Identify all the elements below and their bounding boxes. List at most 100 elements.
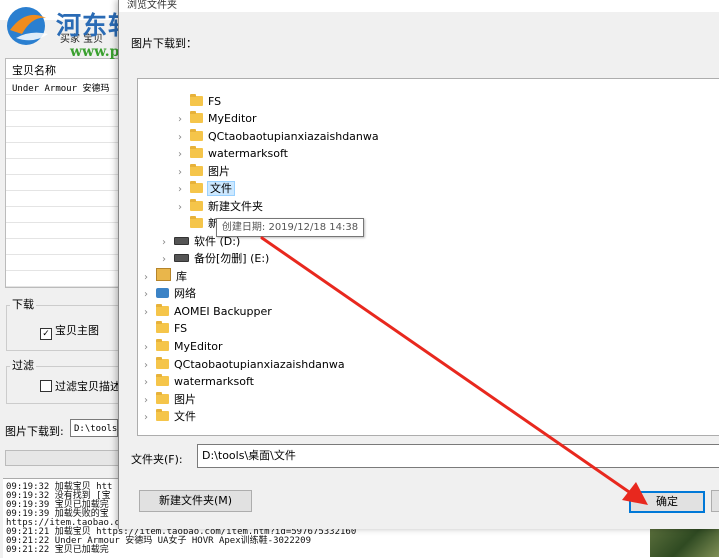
folder-icon xyxy=(190,199,203,211)
column-header-item-name: 宝贝名称 xyxy=(12,64,56,77)
folder-path-input[interactable]: D:\tools\桌面\文件 xyxy=(197,444,719,468)
folder-icon xyxy=(190,129,203,141)
tree-node[interactable]: FS xyxy=(174,93,221,110)
drive-icon xyxy=(174,254,189,262)
tree-node-label: 文件 xyxy=(174,410,196,423)
chevron-right-icon[interactable]: › xyxy=(140,374,152,391)
chevron-right-icon[interactable]: › xyxy=(174,146,186,163)
tree-node[interactable]: › 新建文件夹 xyxy=(174,198,263,215)
download-group-label: 下载 xyxy=(10,296,36,312)
drive-icon xyxy=(174,237,189,245)
chevron-right-icon[interactable]: › xyxy=(140,304,152,321)
tree-node[interactable]: › 文件 xyxy=(140,408,196,425)
chevron-right-icon[interactable]: › xyxy=(140,357,152,374)
list-row[interactable] xyxy=(6,175,120,191)
tree-node-label: 库 xyxy=(176,270,187,283)
folder-icon xyxy=(156,374,169,386)
dialog-description: 图片下载到： xyxy=(131,37,197,50)
item-list[interactable]: 宝贝名称 Under Armour 安德玛 xyxy=(5,58,121,288)
list-row[interactable] xyxy=(6,191,120,207)
list-row[interactable] xyxy=(6,95,120,111)
checkbox-checked-icon: ✓ xyxy=(40,328,52,340)
tree-node-label: 网络 xyxy=(174,287,196,300)
chevron-right-icon[interactable]: › xyxy=(174,199,186,216)
chevron-right-icon[interactable]: › xyxy=(174,181,186,198)
progress-bar xyxy=(5,450,121,466)
tree-node-label: MyEditor xyxy=(174,340,223,353)
filter-description-checkbox[interactable]: 过滤宝贝描述 xyxy=(40,378,121,394)
filter-description-label: 过滤宝贝描述 xyxy=(55,380,121,393)
tree-node[interactable]: › 备份[勿删] (E:) xyxy=(158,250,269,267)
tree-node[interactable]: › MyEditor xyxy=(174,110,257,127)
main-pic-checkbox[interactable]: ✓ 宝贝主图 xyxy=(40,322,99,340)
ok-button[interactable]: 确定 xyxy=(629,491,705,513)
tree-node-label: watermarksoft xyxy=(174,375,254,388)
chevron-right-icon[interactable]: › xyxy=(140,409,152,426)
chevron-right-icon[interactable]: › xyxy=(158,234,170,251)
chevron-right-icon[interactable]: › xyxy=(174,129,186,146)
tree-node-label: MyEditor xyxy=(208,112,257,125)
checkbox-unchecked-icon xyxy=(40,380,52,392)
list-header: 宝贝名称 xyxy=(6,59,120,79)
tree-node[interactable]: › watermarksoft xyxy=(174,145,288,162)
chevron-right-icon[interactable]: › xyxy=(140,392,152,409)
chevron-right-icon[interactable]: › xyxy=(140,269,152,286)
main-pic-label: 宝贝主图 xyxy=(55,324,99,337)
tree-node[interactable]: › MyEditor xyxy=(140,338,223,355)
tree-node[interactable]: › AOMEI Backupper xyxy=(140,303,272,320)
chevron-right-icon[interactable]: › xyxy=(140,286,152,303)
folder-icon xyxy=(156,304,169,316)
tree-node[interactable]: › watermarksoft xyxy=(140,373,254,390)
list-row[interactable] xyxy=(6,143,120,159)
list-row[interactable] xyxy=(6,271,120,287)
folder-icon xyxy=(190,216,203,228)
list-row[interactable] xyxy=(6,255,120,271)
folder-icon xyxy=(156,321,169,333)
tree-node-label: 新建文件夹 xyxy=(208,200,263,213)
log-line: 09:21:22 宝贝已加载完 xyxy=(6,545,109,555)
tree-node[interactable]: › 图片 xyxy=(140,391,196,408)
created-date-tooltip: 创建日期: 2019/12/18 14:38 xyxy=(216,218,364,237)
tree-node[interactable]: › QCtaobaotupianxiazaishdanwa xyxy=(140,356,345,373)
dialog-title-bar[interactable]: 浏览文件夹 xyxy=(119,0,719,12)
tree-node[interactable]: › 图片 xyxy=(174,163,230,180)
tree-node-label: AOMEI Backupper xyxy=(174,305,272,318)
folder-tree[interactable]: FS › MyEditor › QCtaobaotupianxiazaishdanwa ›… xyxy=(137,78,719,436)
tree-node[interactable]: › QCtaobaotupianxiazaishdanwa xyxy=(174,128,379,145)
list-row[interactable] xyxy=(6,207,120,223)
chevron-right-icon[interactable]: › xyxy=(174,111,186,128)
library-icon xyxy=(156,268,171,281)
tree-node-label: QCtaobaotupianxiazaishdanwa xyxy=(208,130,379,143)
list-row[interactable]: Under Armour 安德玛 xyxy=(6,79,120,95)
tree-node[interactable]: › 库 xyxy=(140,268,187,285)
list-row[interactable] xyxy=(6,127,120,143)
new-folder-button[interactable]: 新建文件夹(M) xyxy=(139,490,252,512)
list-row[interactable] xyxy=(6,239,120,255)
chevron-right-icon[interactable]: › xyxy=(174,164,186,181)
list-row-text: Under Armour 安德玛 xyxy=(12,84,110,94)
list-row[interactable] xyxy=(6,159,120,175)
tree-node-label: 文件 xyxy=(207,181,235,196)
tree-node-label: watermarksoft xyxy=(208,147,288,160)
image-download-path-input[interactable]: D:\tools\ xyxy=(70,419,118,437)
folder-icon xyxy=(190,94,203,106)
network-icon xyxy=(156,288,169,298)
folder-icon xyxy=(190,164,203,176)
browse-folder-dialog: 浏览文件夹 图片下载到： FS › MyEditor › QCtaobaotupianx… xyxy=(118,0,719,529)
tree-node[interactable]: 新 xyxy=(174,215,219,232)
tree-node-label: QCtaobaotupianxiazaishdanwa xyxy=(174,358,345,371)
tree-node-label: 图片 xyxy=(208,165,230,178)
chevron-right-icon[interactable]: › xyxy=(140,339,152,356)
tree-node[interactable]: FS xyxy=(140,320,187,337)
list-row[interactable] xyxy=(6,223,120,239)
list-row[interactable] xyxy=(6,111,120,127)
chevron-right-icon[interactable]: › xyxy=(158,251,170,268)
cancel-button[interactable] xyxy=(711,490,719,512)
folder-label: 文件夹(F): xyxy=(131,453,183,466)
watermark-logo-icon xyxy=(7,7,48,45)
tree-node[interactable]: › 文件 xyxy=(174,180,235,198)
dialog-title: 浏览文件夹 xyxy=(127,0,177,11)
tree-node-label: FS xyxy=(208,95,222,108)
tree-node-label: 备份[勿删] (E:) xyxy=(194,252,270,265)
tree-node[interactable]: › 网络 xyxy=(140,285,196,302)
